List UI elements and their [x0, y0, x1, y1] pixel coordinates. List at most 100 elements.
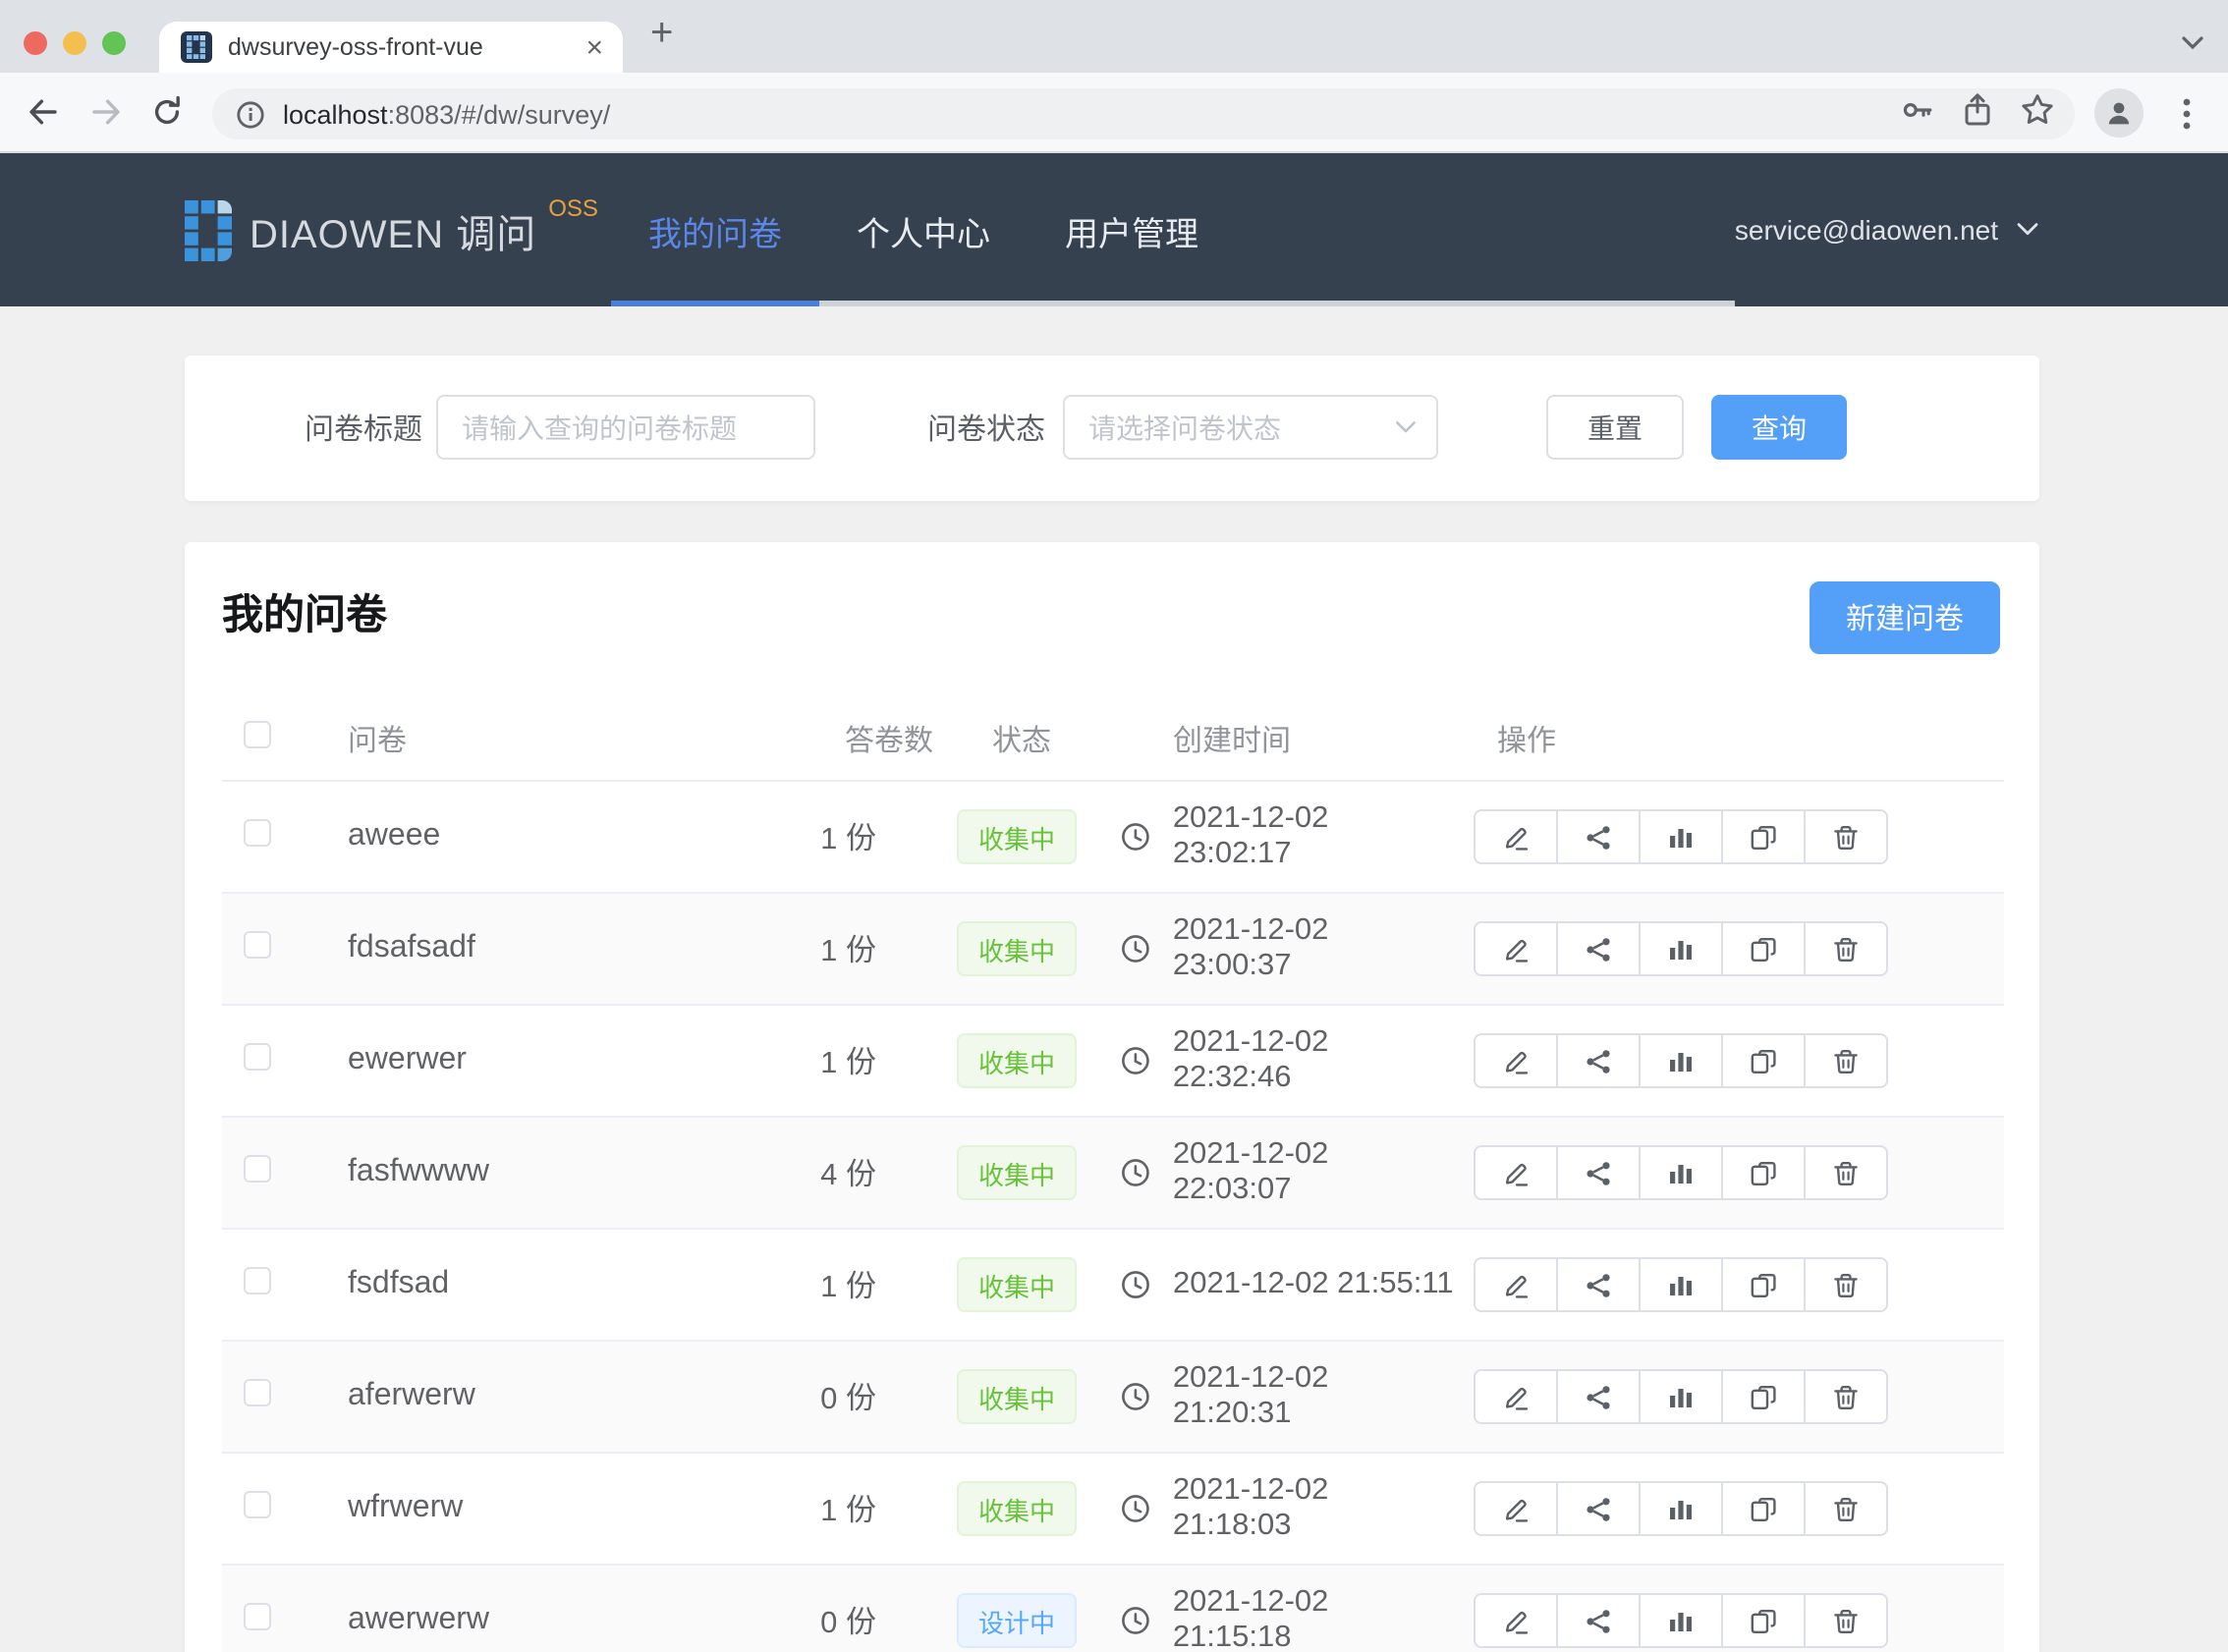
share-button[interactable]	[1556, 1145, 1641, 1200]
address-bar[interactable]: localhost:8083/#/dw/survey/	[212, 88, 2075, 139]
copy-icon	[1749, 1270, 1778, 1299]
edit-button[interactable]	[1474, 1593, 1558, 1648]
copy-icon	[1749, 1158, 1778, 1187]
copy-button[interactable]	[1721, 1481, 1806, 1536]
survey-name: awerwerw	[324, 1603, 806, 1638]
tab-list-chevron-icon[interactable]	[2181, 26, 2204, 61]
row-checkbox[interactable]	[244, 1266, 271, 1294]
nav-item-my-surveys[interactable]: 我的问卷	[611, 153, 819, 306]
created-time: 2021-12-02 21:18:03	[1173, 1473, 1454, 1544]
reset-button[interactable]: 重置	[1546, 395, 1684, 460]
stats-button[interactable]	[1639, 1033, 1723, 1088]
table-header-row: 问卷 答卷数 状态 创建时间 操作	[222, 697, 2004, 782]
create-survey-button[interactable]: 新建问卷	[1810, 581, 2000, 654]
share-button[interactable]	[1556, 1481, 1641, 1536]
select-chevron-icon	[1395, 420, 1417, 434]
share-button[interactable]	[1556, 921, 1641, 976]
copy-button[interactable]	[1721, 1593, 1806, 1648]
status-badge: 收集中	[957, 1481, 1077, 1536]
delete-button[interactable]	[1804, 1145, 1888, 1200]
delete-button[interactable]	[1804, 921, 1888, 976]
table-row: aweee 1 份 收集中 2021-12-02 23:02:17	[222, 782, 2004, 894]
tab-close-icon[interactable]: ×	[585, 32, 603, 62]
survey-title-input[interactable]	[436, 395, 815, 460]
clock-icon	[1120, 1157, 1151, 1188]
stats-button[interactable]	[1639, 1593, 1723, 1648]
share-button[interactable]	[1556, 809, 1641, 864]
chevron-down-icon	[2016, 222, 2039, 238]
account-email: service@diaowen.net	[1735, 214, 1998, 246]
column-header-status: 状态	[943, 718, 1100, 759]
password-key-icon[interactable]	[1900, 91, 1935, 137]
stats-button[interactable]	[1639, 1481, 1723, 1536]
copy-button[interactable]	[1721, 1145, 1806, 1200]
stats-button[interactable]	[1639, 1369, 1723, 1424]
edit-button[interactable]	[1474, 1369, 1558, 1424]
brand-logo[interactable]: DIAOWEN 调问 OSS	[185, 153, 598, 306]
row-checkbox[interactable]	[244, 930, 271, 958]
select-all-checkbox[interactable]	[244, 721, 271, 748]
reload-icon[interactable]	[145, 90, 189, 134]
new-tab-button[interactable]: +	[650, 12, 673, 57]
browser-tab[interactable]: dwsurvey-oss-front-vue ×	[159, 22, 623, 73]
row-checkbox[interactable]	[244, 1602, 271, 1629]
edit-button[interactable]	[1474, 1033, 1558, 1088]
clock-icon	[1120, 1605, 1151, 1636]
delete-button[interactable]	[1804, 809, 1888, 864]
profile-avatar[interactable]	[2094, 88, 2144, 138]
copy-button[interactable]	[1721, 809, 1806, 864]
clock-icon	[1120, 1493, 1151, 1524]
bar-chart-icon	[1666, 1494, 1696, 1523]
account-menu[interactable]: service@diaowen.net	[1735, 153, 2039, 306]
copy-button[interactable]	[1721, 1369, 1806, 1424]
copy-button[interactable]	[1721, 921, 1806, 976]
delete-button[interactable]	[1804, 1481, 1888, 1536]
delete-button[interactable]	[1804, 1257, 1888, 1312]
site-info-icon[interactable]	[236, 99, 265, 129]
nav-item-personal-center[interactable]: 个人中心	[819, 153, 1028, 306]
edit-button[interactable]	[1474, 1481, 1558, 1536]
bookmark-star-icon[interactable]	[2020, 91, 2055, 137]
share-button[interactable]	[1556, 1593, 1641, 1648]
edit-button[interactable]	[1474, 1145, 1558, 1200]
search-button[interactable]: 查询	[1711, 395, 1847, 460]
clock-icon	[1120, 933, 1151, 964]
row-checkbox[interactable]	[244, 1378, 271, 1405]
share-button[interactable]	[1556, 1257, 1641, 1312]
delete-button[interactable]	[1804, 1033, 1888, 1088]
nav-item-user-management[interactable]: 用户管理	[1028, 153, 1236, 306]
copy-button[interactable]	[1721, 1033, 1806, 1088]
stats-button[interactable]	[1639, 1145, 1723, 1200]
edit-button[interactable]	[1474, 921, 1558, 976]
macos-zoom-button[interactable]	[102, 31, 126, 55]
forward-icon[interactable]	[84, 90, 128, 134]
status-badge: 收集中	[957, 1033, 1077, 1088]
stats-button[interactable]	[1639, 809, 1723, 864]
delete-button[interactable]	[1804, 1593, 1888, 1648]
created-time: 2021-12-02 22:03:07	[1173, 1137, 1454, 1208]
survey-status-label: 问卷状态	[927, 408, 1045, 449]
share-button[interactable]	[1556, 1369, 1641, 1424]
bar-chart-icon	[1666, 1046, 1696, 1075]
survey-status-select[interactable]: 请选择问卷状态	[1063, 395, 1438, 460]
url-text: localhost:8083/#/dw/survey/	[283, 99, 610, 129]
status-badge: 收集中	[957, 1145, 1077, 1200]
edit-button[interactable]	[1474, 1257, 1558, 1312]
copy-button[interactable]	[1721, 1257, 1806, 1312]
row-checkbox[interactable]	[244, 818, 271, 846]
macos-close-button[interactable]	[24, 31, 47, 55]
row-checkbox[interactable]	[244, 1490, 271, 1517]
edit-button[interactable]	[1474, 809, 1558, 864]
share-page-icon[interactable]	[1961, 91, 1994, 137]
share-icon	[1584, 1158, 1613, 1187]
row-checkbox[interactable]	[244, 1154, 271, 1182]
row-checkbox[interactable]	[244, 1042, 271, 1070]
macos-minimize-button[interactable]	[63, 31, 86, 55]
back-icon[interactable]	[22, 90, 65, 134]
delete-button[interactable]	[1804, 1369, 1888, 1424]
stats-button[interactable]	[1639, 921, 1723, 976]
share-button[interactable]	[1556, 1033, 1641, 1088]
browser-menu-icon[interactable]	[2173, 88, 2200, 138]
bar-chart-icon	[1666, 822, 1696, 852]
stats-button[interactable]	[1639, 1257, 1723, 1312]
